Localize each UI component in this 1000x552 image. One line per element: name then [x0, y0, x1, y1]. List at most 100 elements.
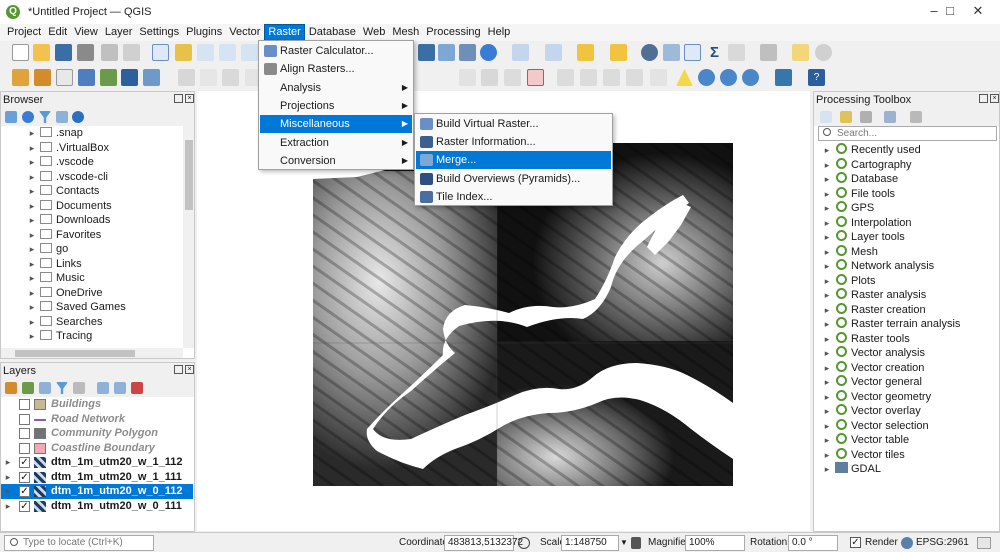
menu-database[interactable]: Database — [306, 24, 359, 41]
warning-triangle-icon[interactable] — [676, 69, 693, 86]
results-viewer-icon[interactable] — [860, 111, 872, 123]
help-icon[interactable]: ? — [808, 69, 825, 86]
layer-row[interactable]: ▸ ✓ dtm_1m_utm20_w_1_111 — [1, 470, 193, 485]
toolbox-provider-vector-analysis[interactable]: ▸ Vector analysis — [822, 346, 925, 361]
scale-field[interactable]: 1:148750 — [561, 535, 619, 551]
misc-menu-merge[interactable]: Merge... — [416, 151, 611, 170]
add-vector-layer-icon[interactable] — [34, 69, 51, 86]
globe-settings-icon[interactable] — [742, 69, 759, 86]
edit-pencil-icon[interactable] — [200, 69, 217, 86]
toolbox-provider-recently-used[interactable]: ▸ Recently used — [822, 143, 921, 158]
raster-menu-miscellaneous[interactable]: Miscellaneous ▶ — [260, 115, 412, 134]
expand-arrow-icon[interactable]: ▸ — [822, 462, 832, 477]
expand-arrow-icon[interactable]: ▸ — [27, 199, 37, 214]
browser-item[interactable]: ▸ Searches — [27, 315, 102, 330]
expand-arrow-icon[interactable]: ▸ — [27, 126, 37, 141]
menu-edit[interactable]: Edit — [45, 24, 70, 41]
expand-arrow-icon[interactable]: ▸ — [822, 361, 832, 376]
show-labels-icon[interactable] — [504, 69, 521, 86]
expand-arrow-icon[interactable]: ▸ — [27, 184, 37, 199]
expand-arrow-icon[interactable]: ▸ — [822, 346, 832, 361]
label-tool-icon[interactable] — [459, 69, 476, 86]
toolbox-provider-layer-tools[interactable]: ▸ Layer tools — [822, 230, 905, 245]
attribute-table-icon[interactable] — [663, 44, 680, 61]
toolbox-provider-database[interactable]: ▸ Database — [822, 172, 898, 187]
raster-menu-raster-calculator[interactable]: Raster Calculator... — [260, 42, 412, 60]
misc-menu-raster-information[interactable]: Raster Information... — [416, 133, 611, 151]
locator-input[interactable]: Type to locate (Ctrl+K) — [4, 535, 154, 551]
browser-item[interactable]: ▸ OneDrive — [27, 286, 102, 301]
toolbox-search-input[interactable]: Search... — [818, 126, 997, 141]
browser-item[interactable]: ▸ Saved Games — [27, 300, 126, 315]
remove-layer-icon[interactable] — [131, 382, 143, 394]
filter-legend-icon[interactable] — [56, 382, 68, 394]
expand-arrow-icon[interactable]: ▸ — [822, 143, 832, 158]
expand-arrow-icon[interactable]: ▸ — [822, 419, 832, 434]
expand-arrow-icon[interactable]: ▸ — [27, 300, 37, 315]
zoom-out-icon[interactable] — [219, 44, 236, 61]
browser-item[interactable]: ▸ .vscode-cli — [27, 170, 108, 185]
layer-row[interactable]: Road Network — [1, 412, 193, 427]
expand-arrow-icon[interactable]: ▸ — [27, 286, 37, 301]
close-button[interactable]: ✕ — [956, 0, 1000, 24]
bookmark-icon[interactable] — [438, 44, 455, 61]
show-bookmarks-icon[interactable] — [459, 44, 476, 61]
map-tips-icon[interactable] — [815, 44, 832, 61]
expand-arrow-icon[interactable]: ▸ — [822, 317, 832, 332]
toolbox-provider-raster-terrain-analysis[interactable]: ▸ Raster terrain analysis — [822, 317, 960, 332]
expand-arrow-icon[interactable]: ▸ — [822, 201, 832, 216]
toolbox-provider-vector-selection[interactable]: ▸ Vector selection — [822, 418, 929, 434]
raster-menu-align-rasters[interactable]: Align Rasters... — [260, 60, 412, 78]
browser-item[interactable]: ▸ .vscode — [27, 155, 94, 170]
raster-menu-projections[interactable]: Projections ▶ — [260, 97, 412, 115]
browser-item[interactable]: ▸ Downloads — [27, 213, 110, 228]
refresh-browser-icon[interactable] — [22, 111, 34, 123]
toolbox-provider-gps[interactable]: ▸ GPS — [822, 201, 874, 216]
expand-arrow-icon[interactable]: ▸ — [822, 216, 832, 231]
browser-item[interactable]: ▸ Favorites — [27, 228, 101, 243]
add-delimited-text-icon[interactable] — [56, 69, 73, 86]
browser-item[interactable]: ▸ .snap — [27, 126, 83, 141]
expand-arrow-icon[interactable]: ▸ — [822, 332, 832, 347]
add-raster-layer-icon[interactable] — [78, 69, 95, 86]
manage-themes-icon[interactable] — [39, 382, 51, 394]
field-calculator-icon[interactable] — [728, 44, 745, 61]
filter-by-expression-icon[interactable] — [73, 382, 85, 394]
expand-arrow-icon[interactable]: ▸ — [27, 170, 37, 185]
browser-vscrollbar[interactable] — [183, 126, 194, 348]
crs-globe-icon[interactable] — [901, 537, 913, 549]
menu-mesh[interactable]: Mesh — [389, 24, 422, 41]
expand-arrow-icon[interactable]: ▸ — [822, 274, 832, 289]
misc-menu-build-virtual-raster[interactable]: Build Virtual Raster... — [416, 115, 611, 133]
coordinate-field[interactable]: 483813,5132372 — [444, 535, 523, 551]
abc-label-icon[interactable] — [527, 69, 544, 86]
save-layer-edits-icon[interactable] — [222, 69, 239, 86]
label-options-icon[interactable] — [650, 69, 667, 86]
render-checkbox[interactable]: ✓ — [850, 537, 861, 548]
browser-hscroll-thumb[interactable] — [15, 350, 135, 357]
toolbox-provider-vector-tiles[interactable]: ▸ Vector tiles — [822, 447, 905, 463]
browser-item[interactable]: ▸ go — [27, 242, 68, 257]
add-spatialite-icon[interactable] — [100, 69, 117, 86]
float-layers-panel-icon[interactable] — [174, 365, 183, 374]
deselect-icon[interactable] — [577, 44, 594, 61]
toolbox-provider-cartography[interactable]: ▸ Cartography — [822, 157, 912, 173]
expand-arrow-icon[interactable]: ▸ — [3, 455, 13, 470]
pan-to-selection-icon[interactable] — [175, 44, 192, 61]
expand-arrow-icon[interactable]: ▸ — [3, 470, 13, 485]
toggle-extents-icon[interactable] — [518, 537, 530, 549]
expand-arrow-icon[interactable]: ▸ — [27, 271, 37, 286]
messages-icon[interactable] — [977, 537, 991, 549]
layer-row[interactable]: Community Polygon — [1, 426, 193, 441]
menu-help[interactable]: Help — [485, 24, 514, 41]
pan-icon[interactable] — [152, 44, 169, 61]
collapse-all-layers-icon[interactable] — [114, 382, 126, 394]
move-label-icon[interactable] — [557, 69, 574, 86]
toolbox-provider-vector-general[interactable]: ▸ Vector general — [822, 375, 922, 390]
toolbox-provider-raster-tools[interactable]: ▸ Raster tools — [822, 331, 910, 347]
expand-arrow-icon[interactable]: ▸ — [27, 242, 37, 257]
toolbox-provider-network-analysis[interactable]: ▸ Network analysis — [822, 259, 934, 274]
expand-arrow-icon[interactable]: ▸ — [822, 259, 832, 274]
expand-arrow-icon[interactable]: ▸ — [822, 303, 832, 318]
layer-row[interactable]: Buildings — [1, 397, 193, 412]
